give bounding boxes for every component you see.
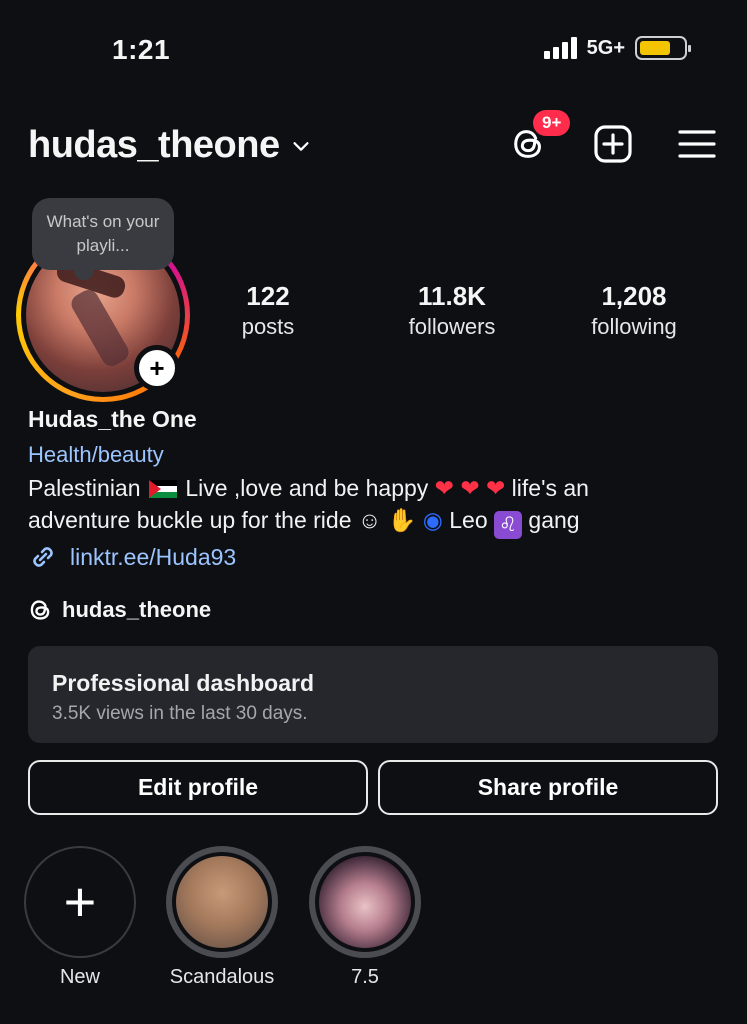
hamsa-icon: ✋ [387, 507, 417, 533]
menu-button[interactable] [675, 122, 719, 166]
menu-icon [678, 130, 716, 158]
stat-posts[interactable]: 122 posts [220, 280, 316, 342]
highlight-new-circle: + [24, 846, 136, 958]
signal-icon [543, 37, 577, 59]
share-profile-button[interactable]: Share profile [378, 760, 718, 815]
bio-line2-c: gang [528, 507, 580, 533]
highlight-cover [166, 846, 278, 958]
threads-handle: hudas_theone [62, 597, 212, 622]
header-actions: 9+ [507, 110, 719, 166]
heart-icon: ❤ ❤ ❤ [434, 475, 506, 501]
stat-following[interactable]: 1,208 following [572, 280, 696, 342]
posts-label: posts [241, 314, 295, 339]
chevron-down-icon [293, 141, 309, 151]
following-label: following [591, 314, 677, 339]
professional-dashboard-card[interactable]: Professional dashboard 3.5K views in the… [28, 646, 718, 743]
create-icon [594, 125, 632, 163]
create-button[interactable] [591, 122, 635, 166]
category-label: Health/beauty [28, 442, 164, 467]
link-icon [33, 547, 53, 567]
profile-screen: 1:21 5G+ hudas_theone 9+ What's on your … [0, 0, 747, 1024]
posts-count: 122 [246, 281, 290, 311]
battery-icon [635, 36, 691, 60]
evil-eye-icon: ◉ [422, 507, 443, 533]
highlight-image [319, 856, 411, 948]
bio-line1-a: Palestinian [28, 475, 141, 501]
plus-icon: + [63, 870, 97, 933]
following-count: 1,208 [601, 281, 667, 311]
plus-icon: + [149, 352, 165, 383]
highlight-image [176, 856, 268, 948]
highlight-cover [309, 846, 421, 958]
highlight-new[interactable]: + New [24, 846, 136, 989]
highlight-label: Scandalous [169, 966, 275, 988]
threads-button[interactable]: 9+ [507, 110, 571, 166]
smile-icon: ☺ [357, 507, 382, 533]
highlight-label: 7.5 [351, 966, 379, 988]
network-type: 5G+ [586, 36, 625, 59]
account-switcher[interactable]: hudas_theone [28, 124, 312, 167]
dashboard-title: Professional dashboard [52, 670, 315, 696]
display-name: Hudas_the One [28, 406, 197, 432]
followers-label: followers [408, 314, 496, 339]
notification-badge: 9+ [533, 110, 571, 136]
bio-link[interactable]: linktr.ee/Huda93 [28, 542, 236, 572]
status-indicators: 5G+ [543, 36, 691, 60]
edit-profile-button[interactable]: Edit profile [28, 760, 368, 815]
bio-line1-b: Live ,love and be happy [185, 475, 429, 501]
note-bubble[interactable]: What's on your playli... [32, 198, 174, 280]
leo-sign-icon: ♌ [494, 511, 523, 539]
highlight-scandalous[interactable]: Scandalous [166, 846, 278, 989]
highlight-label: New [59, 966, 100, 988]
threads-icon [30, 600, 50, 620]
highlight-7-5[interactable]: 7.5 [309, 846, 421, 989]
bio-line1-c: life's an [511, 475, 589, 501]
followers-count: 11.8K [418, 281, 486, 311]
palestine-flag-icon [148, 480, 177, 498]
bio-line2-a: adventure buckle up for the ride [28, 507, 352, 533]
link-text: linktr.ee/Huda93 [70, 543, 237, 570]
status-time: 1:21 [112, 34, 171, 65]
bio-line2-b: Leo [449, 507, 488, 533]
bio-text: Palestinian Live ,love and be happy ❤ ❤ … [28, 472, 718, 539]
stat-followers[interactable]: 11.8K followers [390, 280, 514, 342]
header-username: hudas_theone [28, 124, 280, 166]
add-story-button[interactable]: + [134, 345, 180, 391]
dashboard-subtitle: 3.5K views in the last 30 days. [52, 703, 308, 724]
threads-profile-link[interactable]: hudas_theone [28, 597, 211, 623]
